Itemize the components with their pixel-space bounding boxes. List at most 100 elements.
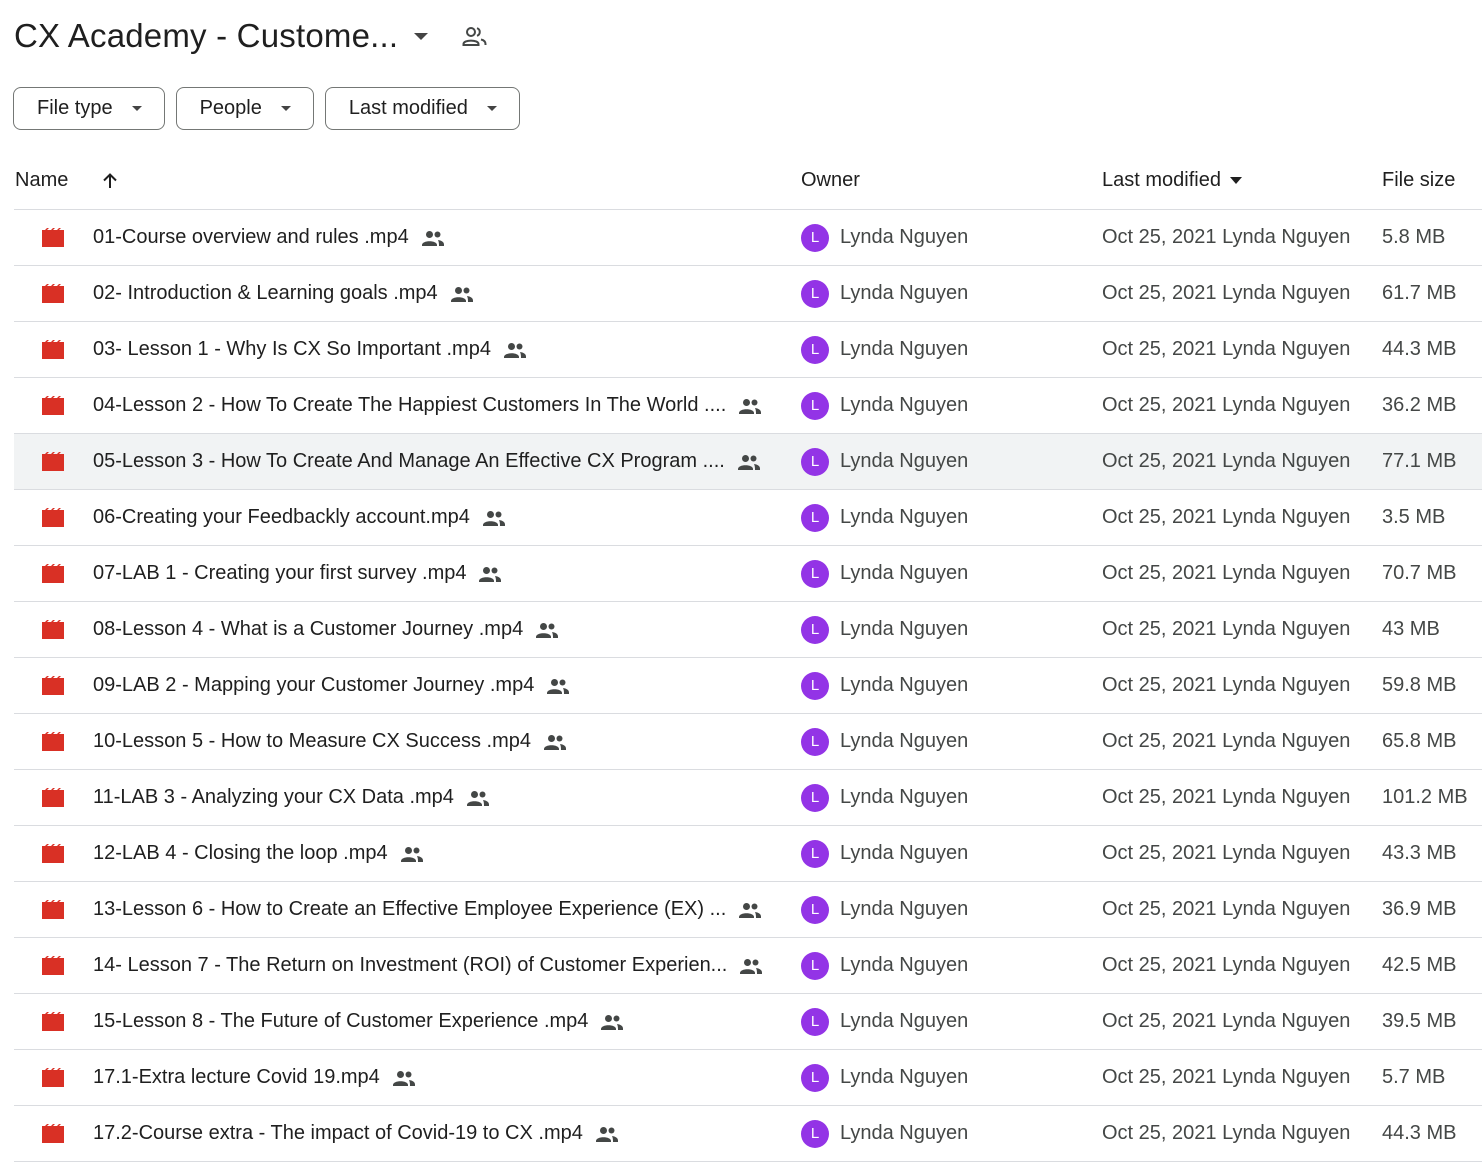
file-name-cell[interactable]: 14- Lesson 7 - The Return on Investment … — [93, 938, 763, 993]
chip-label: File type — [37, 97, 113, 119]
file-name-cell[interactable]: 11-LAB 3 - Analyzing your CX Data .mp4 — [93, 770, 490, 825]
video-file-icon — [42, 452, 64, 471]
last-modified-cell: Oct 25, 2021 Lynda Nguyen — [1102, 994, 1350, 1049]
file-name-cell[interactable]: 08-Lesson 4 - What is a Customer Journey… — [93, 602, 559, 657]
avatar[interactable]: L — [801, 223, 829, 252]
table-row[interactable]: 01-Course overview and rules .mp4 L Lynda … — [14, 210, 1482, 266]
arrow-upward-icon[interactable] — [100, 171, 120, 191]
arrow-drop-down-icon — [280, 106, 291, 111]
table-row[interactable]: 12-LAB 4 - Closing the loop .mp4 L Lynda N… — [14, 826, 1482, 882]
file-name-cell[interactable]: 02- Introduction & Learning goals .mp4 — [93, 266, 474, 321]
avatar[interactable]: L — [801, 671, 829, 700]
file-size-text: 5.7 MB — [1382, 1066, 1446, 1088]
column-label: File size — [1382, 169, 1456, 191]
column-label: Name — [15, 169, 69, 191]
file-size-text: 42.5 MB — [1382, 954, 1457, 976]
file-name-cell[interactable]: 12-LAB 4 - Closing the loop .mp4 — [93, 826, 424, 881]
avatar[interactable]: L — [801, 503, 829, 532]
avatar[interactable]: L — [801, 559, 829, 588]
table-row[interactable]: 08-Lesson 4 - What is a Customer Journey… — [14, 602, 1482, 658]
table-row[interactable]: 03- Lesson 1 - Why Is CX So Important .m… — [14, 322, 1482, 378]
shared-people-icon — [535, 622, 559, 638]
last-modified-filter-button[interactable]: Last modified — [324, 87, 520, 130]
folder-title[interactable]: CX Academy - Custome... — [14, 17, 398, 55]
file-type-filter-button[interactable]: File type — [13, 87, 165, 130]
table-row[interactable]: 04-Lesson 2 - How To Create The Happiest… — [14, 378, 1482, 434]
last-modified-text: Oct 25, 2021 Lynda Nguyen — [1102, 954, 1351, 976]
table-row[interactable]: 06-Creating your Feedbackly account.mp4 L… — [14, 490, 1482, 546]
file-name-cell[interactable]: 05-Lesson 3 - How To Create And Manage A… — [93, 434, 761, 489]
owner-name: Lynda Nguyen — [840, 338, 969, 360]
file-name-cell[interactable]: 09-LAB 2 - Mapping your Customer Journey… — [93, 658, 570, 713]
last-modified-text: Oct 25, 2021 Lynda Nguyen — [1102, 898, 1351, 920]
owner-cell: L Lynda Nguyen — [801, 938, 968, 993]
file-size-text: 43.3 MB — [1382, 842, 1457, 864]
file-size-cell: 65.8 MB — [1382, 714, 1456, 769]
last-modified-text: Oct 25, 2021 Lynda Nguyen — [1102, 1010, 1351, 1032]
avatar[interactable]: L — [801, 727, 829, 756]
shared-people-icon — [737, 454, 761, 470]
avatar[interactable]: L — [801, 1007, 829, 1036]
table-row[interactable]: 07-LAB 1 - Creating your first survey .m… — [14, 546, 1482, 602]
file-size-column-header[interactable]: File size — [1382, 152, 1455, 209]
table-row[interactable]: 09-LAB 2 - Mapping your Customer Journey… — [14, 658, 1482, 714]
name-column-header[interactable]: Name — [15, 152, 120, 209]
table-row[interactable]: 11-LAB 3 - Analyzing your CX Data .mp4 L L… — [14, 770, 1482, 826]
file-size-text: 65.8 MB — [1382, 730, 1457, 752]
avatar[interactable]: L — [801, 783, 829, 812]
table-row[interactable]: 17.1-Extra lecture Covid 19.mp4 L Lynda Ng… — [14, 1050, 1482, 1106]
last-modified-cell: Oct 25, 2021 Lynda Nguyen — [1102, 1106, 1350, 1161]
shared-people-icon — [400, 846, 424, 862]
avatar[interactable]: L — [801, 1119, 829, 1148]
owner-cell: L Lynda Nguyen — [801, 1050, 968, 1105]
file-name-cell[interactable]: 06-Creating your Feedbackly account.mp4 — [93, 490, 506, 545]
owner-column-header[interactable]: Owner — [801, 152, 860, 209]
folder-header: CX Academy - Custome... — [14, 14, 488, 58]
arrow-drop-down-icon[interactable] — [1229, 177, 1242, 184]
people-filter-button[interactable]: People — [175, 87, 314, 130]
owner-name: Lynda Nguyen — [840, 618, 969, 640]
last-modified-text: Oct 25, 2021 Lynda Nguyen — [1102, 450, 1351, 472]
file-name: 03- Lesson 1 - Why Is CX So Important .m… — [93, 338, 491, 360]
owner-cell: L Lynda Nguyen — [801, 994, 968, 1049]
owner-cell: L Lynda Nguyen — [801, 714, 968, 769]
avatar[interactable]: L — [801, 895, 829, 924]
avatar[interactable]: L — [801, 839, 829, 868]
table-row[interactable]: 13-Lesson 6 - How to Create an Effective… — [14, 882, 1482, 938]
table-row[interactable]: 15-Lesson 8 - The Future of Customer Exp… — [14, 994, 1482, 1050]
avatar[interactable]: L — [801, 279, 829, 308]
people-outline-icon[interactable] — [462, 25, 488, 47]
column-label: Owner — [801, 169, 860, 191]
last-modified-text: Oct 25, 2021 Lynda Nguyen — [1102, 730, 1351, 752]
file-name-cell[interactable]: 03- Lesson 1 - Why Is CX So Important .m… — [93, 322, 527, 377]
avatar[interactable]: L — [801, 447, 829, 476]
file-name-cell[interactable]: 17.1-Extra lecture Covid 19.mp4 — [93, 1050, 416, 1105]
file-name-cell[interactable]: 17.2-Course extra - The impact of Covid-… — [93, 1106, 619, 1161]
table-row[interactable]: 10-Lesson 5 - How to Measure CX Success … — [14, 714, 1482, 770]
arrow-drop-down-icon[interactable] — [414, 32, 429, 40]
avatar[interactable]: L — [801, 335, 829, 364]
file-name-cell[interactable]: 10-Lesson 5 - How to Measure CX Success … — [93, 714, 567, 769]
file-size-text: 101.2 MB — [1382, 786, 1468, 808]
avatar[interactable]: L — [801, 1063, 829, 1092]
owner-name: Lynda Nguyen — [840, 282, 969, 304]
table-row[interactable]: 02- Introduction & Learning goals .mp4 L L… — [14, 266, 1482, 322]
avatar[interactable]: L — [801, 391, 829, 420]
owner-cell: L Lynda Nguyen — [801, 434, 968, 489]
avatar[interactable]: L — [801, 951, 829, 980]
last-modified-text: Oct 25, 2021 Lynda Nguyen — [1102, 394, 1351, 416]
video-file-icon — [42, 676, 64, 695]
file-name: 12-LAB 4 - Closing the loop .mp4 — [93, 842, 388, 864]
table-row[interactable]: 14- Lesson 7 - The Return on Investment … — [14, 938, 1482, 994]
video-file-icon — [42, 508, 64, 527]
file-name-cell[interactable]: 07-LAB 1 - Creating your first survey .m… — [93, 546, 502, 601]
file-name-cell[interactable]: 01-Course overview and rules .mp4 — [93, 210, 445, 265]
avatar[interactable]: L — [801, 615, 829, 644]
file-name-cell[interactable]: 04-Lesson 2 - How To Create The Happiest… — [93, 378, 762, 433]
table-row[interactable]: 17.2-Course extra - The impact of Covid-… — [14, 1106, 1482, 1162]
file-size-cell: 44.3 MB — [1382, 1106, 1456, 1161]
last-modified-column-header[interactable]: Last modified — [1102, 152, 1242, 209]
table-row[interactable]: 05-Lesson 3 - How To Create And Manage A… — [14, 434, 1482, 490]
file-name-cell[interactable]: 13-Lesson 6 - How to Create an Effective… — [93, 882, 762, 937]
file-name-cell[interactable]: 15-Lesson 8 - The Future of Customer Exp… — [93, 994, 624, 1049]
